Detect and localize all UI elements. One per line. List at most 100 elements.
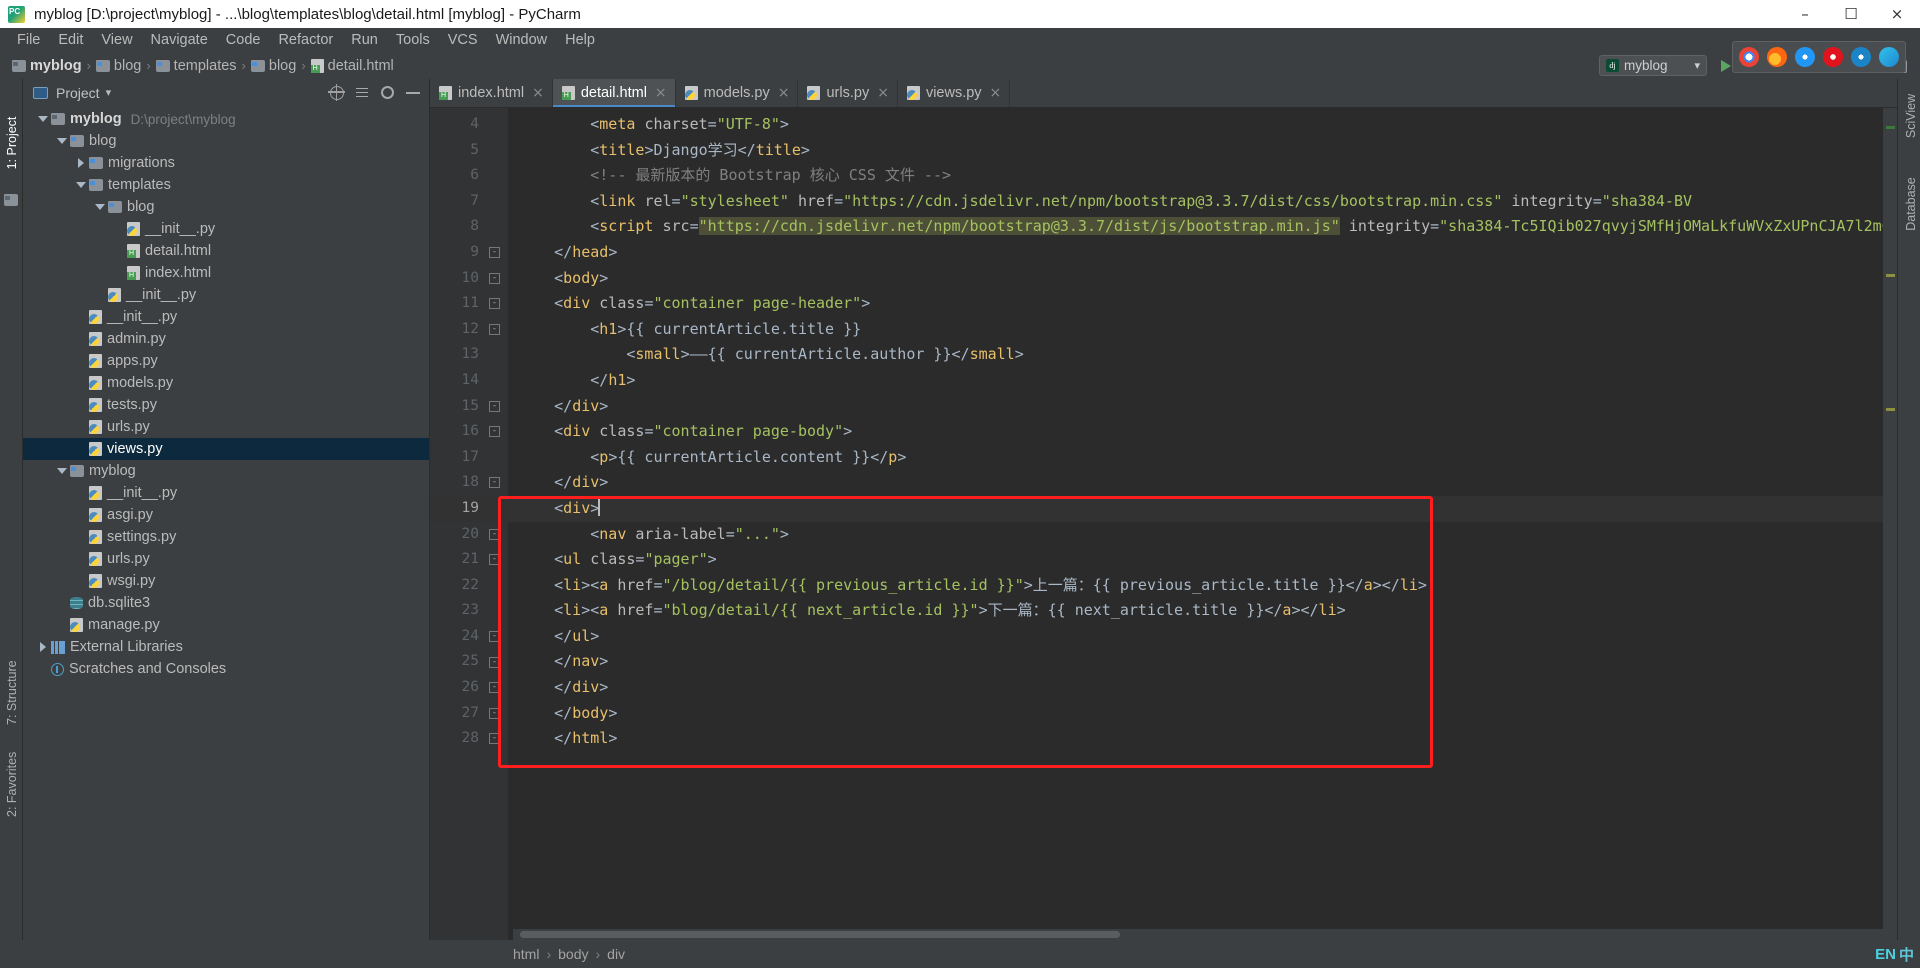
menu-file[interactable]: File — [8, 30, 49, 50]
code-line[interactable]: </nav> — [508, 649, 1883, 675]
code-line[interactable]: <div class="container page-header"> — [508, 291, 1883, 317]
tree-item-settings-py[interactable]: settings.py — [23, 526, 429, 548]
opera-icon[interactable] — [1823, 47, 1843, 67]
code-fold-icon[interactable]: - — [489, 707, 500, 719]
code-line[interactable]: <meta charset="UTF-8"> — [508, 112, 1883, 138]
line-number[interactable]: 6 — [430, 163, 508, 189]
line-number[interactable]: 13 — [430, 342, 508, 368]
tree-twisty-icon[interactable] — [73, 182, 89, 188]
menu-tools[interactable]: Tools — [387, 30, 439, 50]
line-number[interactable]: 14 — [430, 368, 508, 394]
tree-item-index-html[interactable]: index.html — [23, 262, 429, 284]
breadcrumb-item-detail-html[interactable]: detail.html — [310, 58, 394, 74]
code-fold-icon[interactable]: - — [489, 682, 500, 694]
minimize-button[interactable]: – — [1782, 0, 1828, 28]
menu-refactor[interactable]: Refactor — [269, 30, 342, 50]
tree-item-blog[interactable]: blog — [23, 196, 429, 218]
tree-item---init---py[interactable]: __init__.py — [23, 306, 429, 328]
code-fold-icon[interactable]: - — [489, 298, 500, 310]
tree-twisty-icon[interactable] — [54, 138, 70, 144]
menu-view[interactable]: View — [92, 30, 141, 50]
code-line[interactable]: <div class="container page-body"> — [508, 419, 1883, 445]
close-icon[interactable]: × — [990, 85, 1002, 101]
line-number-gutter[interactable]: 4 5 6 7 8 9 10 11 12 13 14 15 16 17 18 19 20 21 22 23 24 25 26… — [430, 108, 508, 968]
tree-twisty-icon[interactable] — [73, 158, 89, 168]
collapse-all-icon[interactable] — [355, 86, 369, 100]
code-editor[interactable]: <meta charset="UTF-8"> <title>Django学习</… — [508, 108, 1883, 968]
line-number[interactable]: 5 — [430, 138, 508, 164]
tree-item-myblog[interactable]: myblog D:\project\myblog — [23, 108, 429, 130]
code-line[interactable]: </div> — [508, 394, 1883, 420]
line-number[interactable]: 8 — [430, 214, 508, 240]
tool-tab-database[interactable]: Database — [1904, 173, 1918, 235]
code-fold-icon[interactable]: - — [489, 247, 500, 258]
line-number[interactable]: 7 — [430, 189, 508, 215]
settings-gear-icon[interactable] — [381, 86, 394, 99]
tree-item-urls-py[interactable]: urls.py — [23, 548, 429, 570]
close-button[interactable]: × — [1874, 0, 1920, 28]
code-line[interactable]: </head> — [508, 240, 1883, 266]
editor-tab-urls-py[interactable]: urls.py × — [798, 79, 898, 107]
menu-code[interactable]: Code — [217, 30, 270, 50]
tree-item-external-libraries[interactable]: External Libraries — [23, 636, 429, 658]
close-icon[interactable]: × — [877, 85, 889, 101]
code-line[interactable]: </h1> — [508, 368, 1883, 394]
line-number[interactable]: 22 — [430, 573, 508, 599]
tree-item-blog[interactable]: blog — [23, 130, 429, 152]
tree-item-scratches-and-consoles[interactable]: Scratches and Consoles — [23, 658, 429, 680]
tree-item---init---py[interactable]: __init__.py — [23, 218, 429, 240]
tree-item-wsgi-py[interactable]: wsgi.py — [23, 570, 429, 592]
tree-item-migrations[interactable]: migrations — [23, 152, 429, 174]
tree-twisty-icon[interactable] — [35, 642, 51, 652]
editor-tab-detail-html[interactable]: detail.html × — [552, 79, 676, 107]
code-fold-icon[interactable]: - — [489, 631, 500, 642]
edge-icon[interactable] — [1879, 47, 1899, 67]
tree-item-apps-py[interactable]: apps.py — [23, 350, 429, 372]
menu-window[interactable]: Window — [487, 30, 557, 50]
status-crumb-div[interactable]: div — [607, 946, 625, 962]
code-line[interactable]: <li><a href="blog/detail/{{ next_article… — [508, 598, 1883, 624]
tree-item-asgi-py[interactable]: asgi.py — [23, 504, 429, 526]
code-line[interactable]: <nav aria-label="..."> — [508, 522, 1883, 548]
tree-item-admin-py[interactable]: admin.py — [23, 328, 429, 350]
code-fold-icon[interactable]: - — [489, 426, 500, 438]
tree-twisty-icon[interactable] — [54, 468, 70, 474]
code-line[interactable]: </html> — [508, 726, 1883, 752]
editor-tab-index-html[interactable]: index.html × — [430, 79, 553, 107]
tree-item-manage-py[interactable]: manage.py — [23, 614, 429, 636]
run-configuration-selector[interactable]: dj myblog ▾ — [1599, 55, 1707, 76]
ime-indicator[interactable]: EN 中 — [1875, 944, 1914, 965]
tree-twisty-icon[interactable] — [35, 116, 51, 122]
code-line[interactable]: <link rel="stylesheet" href="https://cdn… — [508, 189, 1883, 215]
close-icon[interactable]: × — [532, 85, 544, 101]
horizontal-scrollbar[interactable] — [513, 929, 1883, 940]
tree-item-myblog[interactable]: myblog — [23, 460, 429, 482]
firefox-icon[interactable] — [1767, 47, 1787, 67]
safari-icon[interactable] — [1795, 47, 1815, 67]
code-line[interactable]: <small>——{{ currentArticle.author }}</sm… — [508, 342, 1883, 368]
code-fold-icon[interactable]: - — [489, 477, 500, 489]
code-line[interactable]: <ul class="pager"> — [508, 547, 1883, 573]
menu-edit[interactable]: Edit — [49, 30, 92, 50]
tree-item-templates[interactable]: templates — [23, 174, 429, 196]
line-number[interactable]: 23 — [430, 598, 508, 624]
menu-help[interactable]: Help — [556, 30, 604, 50]
code-line[interactable]: </div> — [508, 675, 1883, 701]
code-fold-icon[interactable]: - — [489, 656, 500, 668]
code-line[interactable]: <li><a href="/blog/detail/{{ previous_ar… — [508, 573, 1883, 599]
maximize-button[interactable]: ☐ — [1828, 0, 1874, 28]
close-icon[interactable]: × — [655, 85, 667, 101]
editor-tab-models-py[interactable]: models.py × — [676, 79, 799, 107]
breadcrumb-item-blog[interactable]: blog › — [95, 58, 156, 74]
breadcrumb-item-blog-2[interactable]: blog › — [250, 58, 311, 74]
tree-item-db-sqlite3[interactable]: db.sqlite3 — [23, 592, 429, 614]
tool-tab-project[interactable]: 1: Project — [5, 112, 19, 174]
chevron-down-icon[interactable]: ▾ — [106, 86, 112, 99]
code-line[interactable]: <div> — [508, 495, 1883, 522]
code-fold-icon[interactable]: - — [489, 323, 500, 335]
line-number[interactable]: 19 — [430, 495, 508, 522]
edge-legacy-icon[interactable] — [1851, 47, 1871, 67]
tool-tab-favorites[interactable]: 2: Favorites — [5, 752, 19, 817]
tree-item-models-py[interactable]: models.py — [23, 372, 429, 394]
chrome-icon[interactable] — [1739, 47, 1759, 67]
